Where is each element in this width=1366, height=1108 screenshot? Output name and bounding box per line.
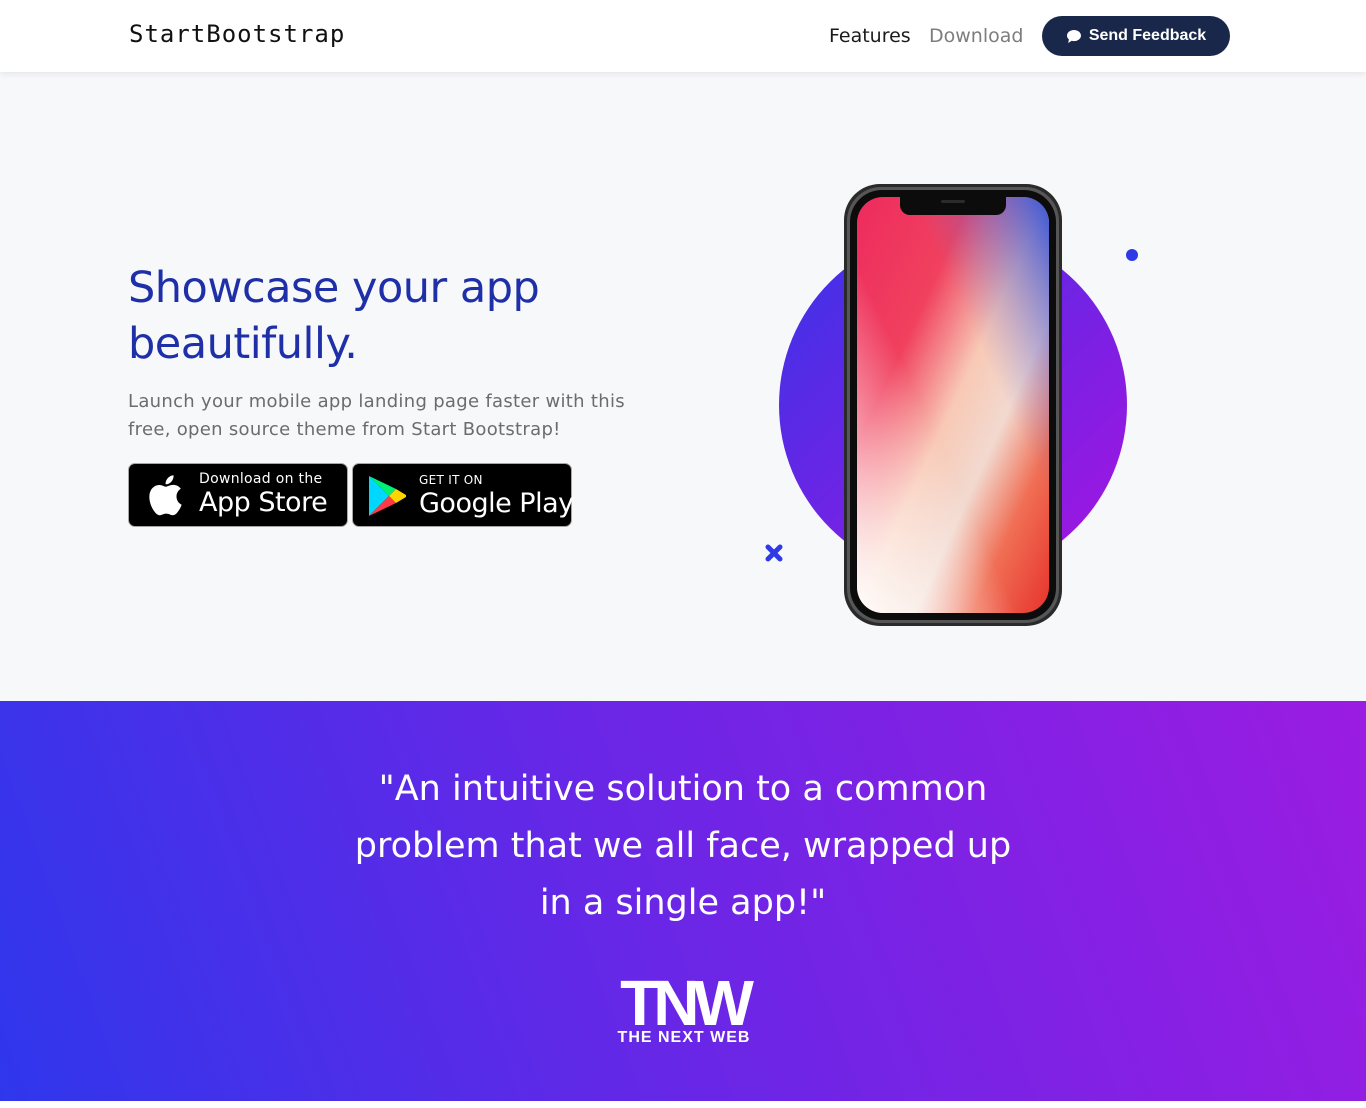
testimonial-quote: "An intuitive solution to a common probl… <box>340 761 1026 932</box>
quote-line-2: problem that we all face, wrapped up <box>354 826 1012 866</box>
chat-bubble-icon <box>1066 29 1081 43</box>
app-store-large-label: App Store <box>199 487 328 518</box>
tnw-logo-caption: THE NEXT WEB <box>617 1029 751 1046</box>
decor-x-mark <box>765 544 783 562</box>
testimonial-section: "An intuitive solution to a common probl… <box>0 701 1366 1101</box>
google-play-icon <box>369 476 406 516</box>
apple-icon <box>149 475 182 516</box>
google-play-badge[interactable]: GET IT ON Google Play <box>352 463 574 527</box>
headline-line-1: Showcase your app <box>128 263 540 313</box>
quote-line-3: in a single app!" <box>539 883 827 923</box>
brand-logo[interactable]: StartBootstrap <box>129 20 345 48</box>
hero-subtext: Launch your mobile app landing page fast… <box>128 388 648 444</box>
send-feedback-button[interactable]: Send Feedback <box>1042 16 1230 56</box>
headline-line-2: beautifully. <box>128 319 358 369</box>
decor-dot <box>1126 249 1138 261</box>
navbar: StartBootstrap Features Download Send Fe… <box>0 0 1366 72</box>
app-store-small-label: Download on the <box>199 471 323 487</box>
phone-illustration <box>765 184 1138 626</box>
google-play-small-label: GET IT ON <box>419 473 483 487</box>
app-store-badge[interactable]: Download on the App Store <box>128 463 348 527</box>
google-play-text: GET IT ON Google Play <box>419 472 574 520</box>
subtext-line-1: Launch your mobile app landing page fast… <box>128 391 625 412</box>
hero-section: Showcase your app beautifully. Launch yo… <box>0 72 1366 701</box>
subtext-line-2: free, open source theme from Start Boots… <box>128 419 561 440</box>
hero-headline: Showcase your app beautifully. <box>128 260 688 372</box>
nav-link-download[interactable]: Download <box>929 25 1023 47</box>
google-play-large-label: Google Play <box>419 488 574 519</box>
quote-line-1: "An intuitive solution to a common <box>378 769 988 809</box>
send-feedback-label: Send Feedback <box>1088 27 1207 44</box>
app-store-text: Download on the App Store <box>199 471 328 519</box>
nav-link-features[interactable]: Features <box>829 25 911 47</box>
